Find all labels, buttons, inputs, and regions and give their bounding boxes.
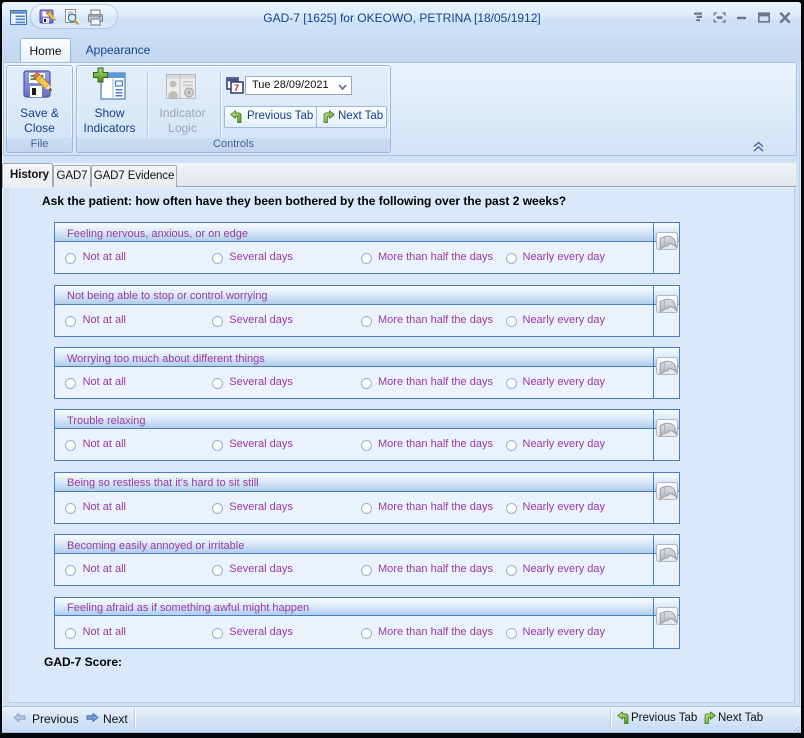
svg-text:7: 7 [234,83,239,93]
